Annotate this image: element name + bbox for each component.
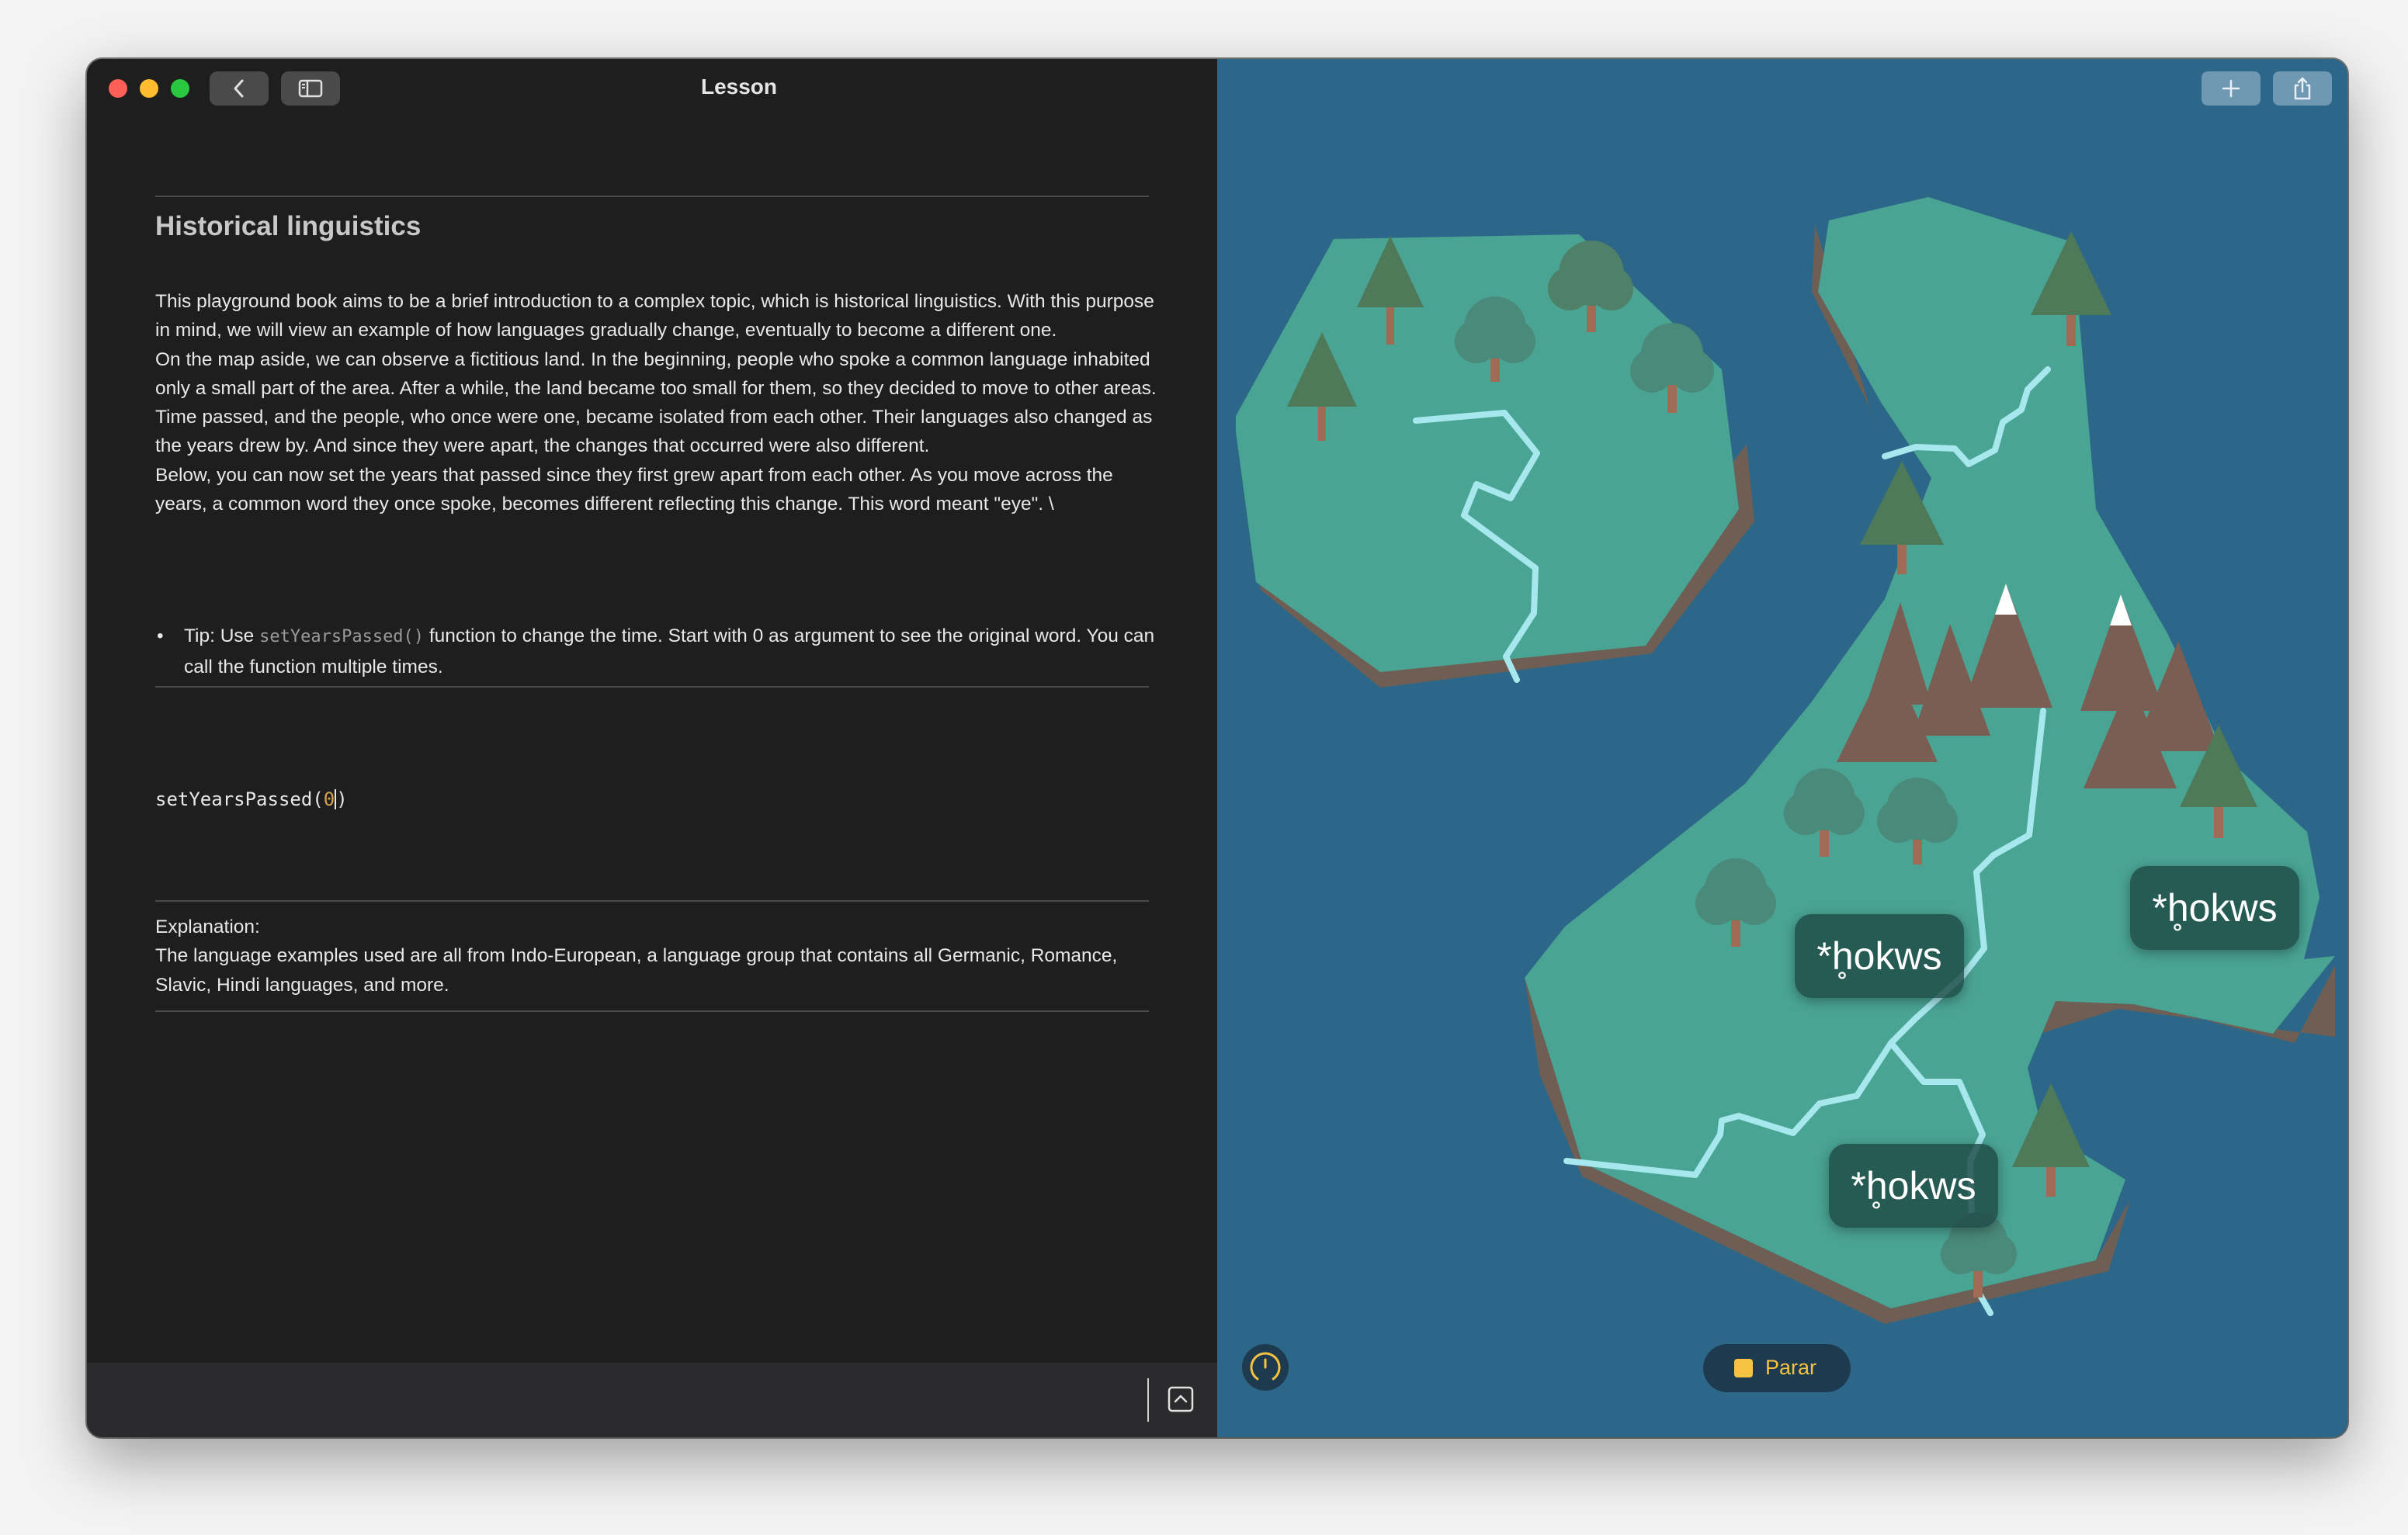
minimize-window-button[interactable] bbox=[140, 79, 158, 98]
speedometer-icon bbox=[1250, 1352, 1281, 1383]
close-window-button[interactable] bbox=[109, 79, 127, 98]
chevron-left-icon bbox=[234, 79, 244, 98]
sidebar-icon bbox=[298, 79, 323, 98]
window-title: Lesson bbox=[700, 74, 778, 99]
title-bar: Lesson bbox=[87, 59, 1217, 118]
lesson-heading: Historical linguistics bbox=[155, 211, 422, 241]
tip-prefix: Tip: Use bbox=[184, 625, 260, 646]
code-editor-line[interactable]: setYearsPassed(0) bbox=[155, 788, 348, 810]
map-canvas bbox=[1236, 197, 2335, 1324]
share-icon bbox=[2294, 77, 2311, 100]
word-label: *h̥okws bbox=[1829, 1144, 1998, 1228]
divider bbox=[155, 1010, 1149, 1012]
word-label: *h̥okws bbox=[2130, 866, 2299, 950]
bottom-toolbar bbox=[87, 1363, 1217, 1437]
code-argument[interactable]: 0 bbox=[324, 788, 335, 810]
toggle-sidebar-button[interactable] bbox=[281, 71, 340, 106]
divider bbox=[155, 900, 1149, 902]
playground-window: Lesson Historical linguistics This playg… bbox=[87, 59, 2347, 1437]
stop-square-icon bbox=[1734, 1359, 1753, 1377]
explanation-block: Explanation: The language examples used … bbox=[155, 913, 1157, 1000]
lesson-intro: This playground book aims to be a brief … bbox=[155, 287, 1157, 518]
code-function: setYearsPassed( bbox=[155, 788, 324, 810]
zoom-window-button[interactable] bbox=[171, 79, 189, 98]
paragraph-3: Below, you can now set the years that pa… bbox=[155, 464, 1113, 515]
toolbar-divider bbox=[1147, 1378, 1149, 1422]
paragraph-2: On the map aside, we can observe a ficti… bbox=[155, 348, 1157, 457]
plus-icon bbox=[2222, 79, 2240, 98]
live-view-pane: *h̥okws *h̥okws *h̥okws Parar bbox=[1217, 59, 2347, 1437]
explanation-text: The language examples used are all from … bbox=[155, 945, 1118, 996]
divider bbox=[155, 686, 1149, 688]
stop-button[interactable]: Parar bbox=[1703, 1344, 1851, 1392]
expand-button[interactable] bbox=[1168, 1386, 1194, 1416]
chevron-up-square-icon bbox=[1168, 1386, 1194, 1412]
tip-list-item: • Tip: Use setYearsPassed() function to … bbox=[155, 621, 1157, 682]
tip-code: setYearsPassed() bbox=[259, 627, 425, 646]
back-button[interactable] bbox=[210, 71, 269, 106]
bullet: • bbox=[157, 625, 164, 646]
add-button[interactable] bbox=[2202, 71, 2261, 106]
speed-button[interactable] bbox=[1242, 1344, 1289, 1391]
share-button[interactable] bbox=[2273, 71, 2332, 106]
lesson-pane: Lesson Historical linguistics This playg… bbox=[87, 59, 1217, 1437]
code-close-paren: ) bbox=[336, 788, 348, 810]
divider bbox=[155, 196, 1149, 197]
explanation-label: Explanation: bbox=[155, 916, 260, 937]
stop-label: Parar bbox=[1765, 1356, 1817, 1379]
word-label: *h̥okws bbox=[1795, 914, 1964, 998]
paragraph-1: This playground book aims to be a brief … bbox=[155, 291, 1154, 341]
